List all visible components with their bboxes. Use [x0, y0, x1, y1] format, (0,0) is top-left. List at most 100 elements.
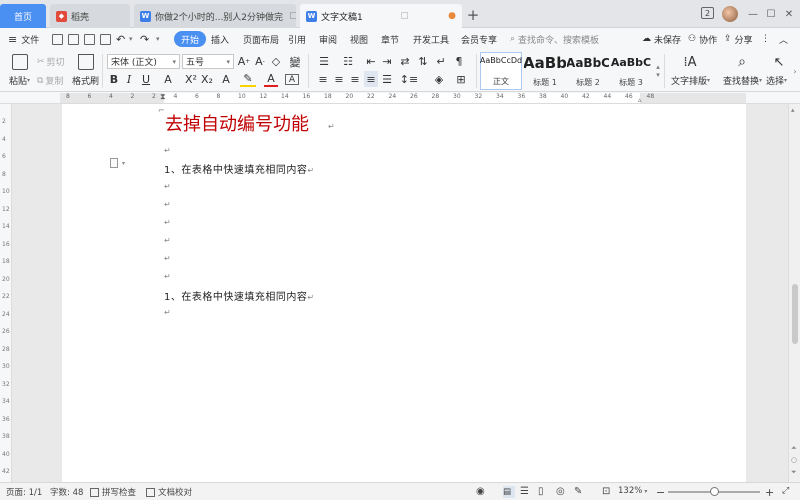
- tab-document-1[interactable]: W 文字文稿1 ▢ ●: [300, 4, 462, 28]
- font-name-select[interactable]: 宋体 (正文) ▾: [107, 54, 180, 69]
- align-center-icon[interactable]: ≡: [332, 71, 346, 87]
- italic-icon[interactable]: I: [123, 71, 135, 87]
- char-border-icon[interactable]: A: [285, 74, 299, 85]
- save-icon[interactable]: [52, 31, 63, 47]
- shading-icon[interactable]: ◈: [430, 71, 448, 87]
- subscript-icon[interactable]: X₂: [200, 71, 214, 87]
- distributed-align-icon[interactable]: ☰: [380, 71, 394, 87]
- strikethrough-icon[interactable]: A: [160, 71, 176, 87]
- document-line-2[interactable]: 1、在表格中快速填充相同内容↵: [164, 288, 315, 303]
- next-page-icon[interactable]: ⏷: [791, 468, 797, 477]
- pinyin-guide-icon[interactable]: 變: [286, 54, 304, 69]
- numbered-list-icon[interactable]: ☷: [340, 54, 356, 69]
- prev-page-icon[interactable]: ⏶: [791, 444, 797, 453]
- tab-close-icon[interactable]: ▢: [283, 11, 296, 21]
- menu-tab-developer[interactable]: 开发工具: [413, 31, 449, 47]
- highlight-icon[interactable]: ✎: [240, 71, 256, 87]
- text-effect-icon[interactable]: A: [218, 71, 234, 87]
- style-heading-1[interactable]: AaBb 标题 1: [524, 52, 566, 90]
- write-mode-icon[interactable]: ✎: [574, 486, 582, 497]
- undo-dropdown-icon[interactable]: ▾: [129, 31, 133, 47]
- paragraph-handle-icon[interactable]: [110, 158, 118, 168]
- unsaved-status[interactable]: ☁ 未保存: [642, 31, 681, 47]
- menu-tab-insert[interactable]: 插入: [211, 31, 229, 47]
- fullscreen-icon[interactable]: ⤢: [782, 486, 789, 496]
- tab-daoke[interactable]: ◆ 稻壳: [50, 4, 130, 28]
- eye-protection-icon[interactable]: ◉: [476, 486, 485, 497]
- zoom-in-icon[interactable]: +: [765, 486, 774, 499]
- page-indicator[interactable]: 页面: 1/1: [6, 486, 42, 498]
- new-tab-icon[interactable]: +: [464, 6, 482, 24]
- doc-proof-button[interactable]: 文档校对: [146, 486, 192, 498]
- collab-button[interactable]: ⚇ 协作: [688, 31, 717, 47]
- line-spacing-icon[interactable]: ↕≡: [400, 71, 418, 87]
- shrink-font-icon[interactable]: A-: [254, 54, 266, 69]
- menu-tab-chapter[interactable]: 章节: [381, 31, 399, 47]
- style-heading-2[interactable]: AaBbC 标题 2: [567, 52, 609, 90]
- text-layout-icon[interactable]: ⁞A: [680, 53, 700, 71]
- paste-button[interactable]: 粘贴 ▾: [9, 74, 30, 87]
- clear-format-icon[interactable]: ◇: [270, 54, 282, 69]
- quick-access-dropdown-icon[interactable]: ▾: [156, 31, 160, 47]
- bold-icon[interactable]: B: [108, 71, 120, 87]
- menu-tab-member[interactable]: 会员专享: [461, 31, 497, 47]
- undo-icon[interactable]: ↶: [116, 31, 125, 47]
- select-browse-icon[interactable]: ○: [791, 456, 797, 464]
- text-layout-button[interactable]: 文字排版 ▾: [671, 74, 710, 87]
- maximize-icon[interactable]: ☐: [764, 6, 778, 22]
- ribbon-scroll-right-icon[interactable]: ›: [791, 64, 799, 78]
- horizontal-ruler[interactable]: 8 6 4 2 2 4 6 8 10 12 14 16 18 20 22 24 26 28 30 32 34 36 38 40…: [0, 92, 800, 104]
- indent-marker-icon[interactable]: ⧗: [160, 92, 166, 102]
- menu-tab-view[interactable]: 视图: [350, 31, 368, 47]
- cut-button[interactable]: ✂ 剪切: [37, 55, 65, 69]
- bullet-list-icon[interactable]: ☰: [316, 54, 332, 69]
- style-heading-3[interactable]: AaBbC 标题 3: [610, 52, 652, 90]
- redo-icon[interactable]: ↷: [140, 31, 149, 47]
- menu-tab-page-layout[interactable]: 页面布局: [243, 31, 279, 47]
- menu-tab-start[interactable]: 开始: [174, 31, 207, 47]
- sort-icon[interactable]: ⇅: [416, 54, 430, 69]
- magnifier-icon[interactable]: ⌕: [733, 53, 751, 71]
- increase-indent-icon[interactable]: ⇥: [380, 54, 394, 69]
- collapse-ribbon-icon[interactable]: ︿: [779, 31, 788, 47]
- align-right-icon[interactable]: ≡: [348, 71, 362, 87]
- show-marks-icon[interactable]: ↵: [434, 54, 448, 69]
- select-button[interactable]: 选择 ▾: [766, 74, 787, 87]
- spell-check-button[interactable]: 拼写检查: [90, 486, 136, 498]
- paragraph-mark-icon[interactable]: ¶: [452, 54, 466, 69]
- style-normal[interactable]: AaBbCcDd 正文: [480, 52, 522, 90]
- close-window-icon[interactable]: ✕: [782, 6, 796, 22]
- vertical-ruler[interactable]: 2 4 6 8 10 12 14 16 18 20 22 24 26 28 30 32 34 36 38 40 42: [0, 104, 12, 482]
- border-icon[interactable]: ⊞: [452, 71, 470, 87]
- tab-home[interactable]: 首页: [0, 4, 46, 28]
- right-indent-marker-icon[interactable]: ▵: [638, 96, 642, 104]
- zoom-slider-thumb[interactable]: [710, 487, 719, 496]
- user-avatar[interactable]: [722, 6, 738, 22]
- paste-icon[interactable]: [12, 54, 28, 70]
- tab-article[interactable]: W 你做2个小时的...别人2分钟做完 ▢: [134, 4, 296, 28]
- menu-tab-review[interactable]: 审阅: [319, 31, 337, 47]
- format-painter-button[interactable]: 格式刷: [72, 74, 99, 87]
- output-pdf-icon[interactable]: [68, 31, 79, 47]
- cursor-arrow-icon[interactable]: ↖: [772, 53, 786, 71]
- font-size-select[interactable]: 五号 ▾: [182, 54, 234, 69]
- fit-page-icon[interactable]: ⊡: [602, 486, 610, 497]
- web-view-icon[interactable]: ◎: [556, 486, 565, 497]
- outline-view-icon[interactable]: ☰: [520, 486, 529, 497]
- command-search[interactable]: ⌕ 查找命令、搜索模板: [510, 31, 599, 47]
- scrollbar-thumb[interactable]: [792, 284, 798, 344]
- chevron-down-icon[interactable]: ▾: [122, 160, 125, 167]
- document-page[interactable]: ⌐ 去掉自动编号功能 ↵ ▾ ↵ 1、在表格中快速填充相同内容↵ ↵ ↵ ↵ ↵…: [62, 104, 746, 482]
- menu-file[interactable]: ≡ 文件: [8, 31, 39, 47]
- word-count[interactable]: 字数: 48: [50, 486, 83, 498]
- zoom-out-icon[interactable]: −: [656, 486, 665, 499]
- copy-button[interactable]: ⧉ 复制: [37, 74, 63, 88]
- styles-more-icon[interactable]: ▴ ▾: [654, 56, 662, 86]
- align-left-icon[interactable]: ≡: [316, 71, 330, 87]
- print-icon[interactable]: [84, 31, 95, 47]
- format-painter-icon[interactable]: [78, 54, 94, 70]
- document-line-1[interactable]: 1、在表格中快速填充相同内容↵: [164, 161, 315, 176]
- share-button[interactable]: ⇪ 分享: [724, 31, 753, 47]
- more-icon[interactable]: ⋮: [761, 31, 770, 47]
- chinese-layout-icon[interactable]: ⇄: [398, 54, 412, 69]
